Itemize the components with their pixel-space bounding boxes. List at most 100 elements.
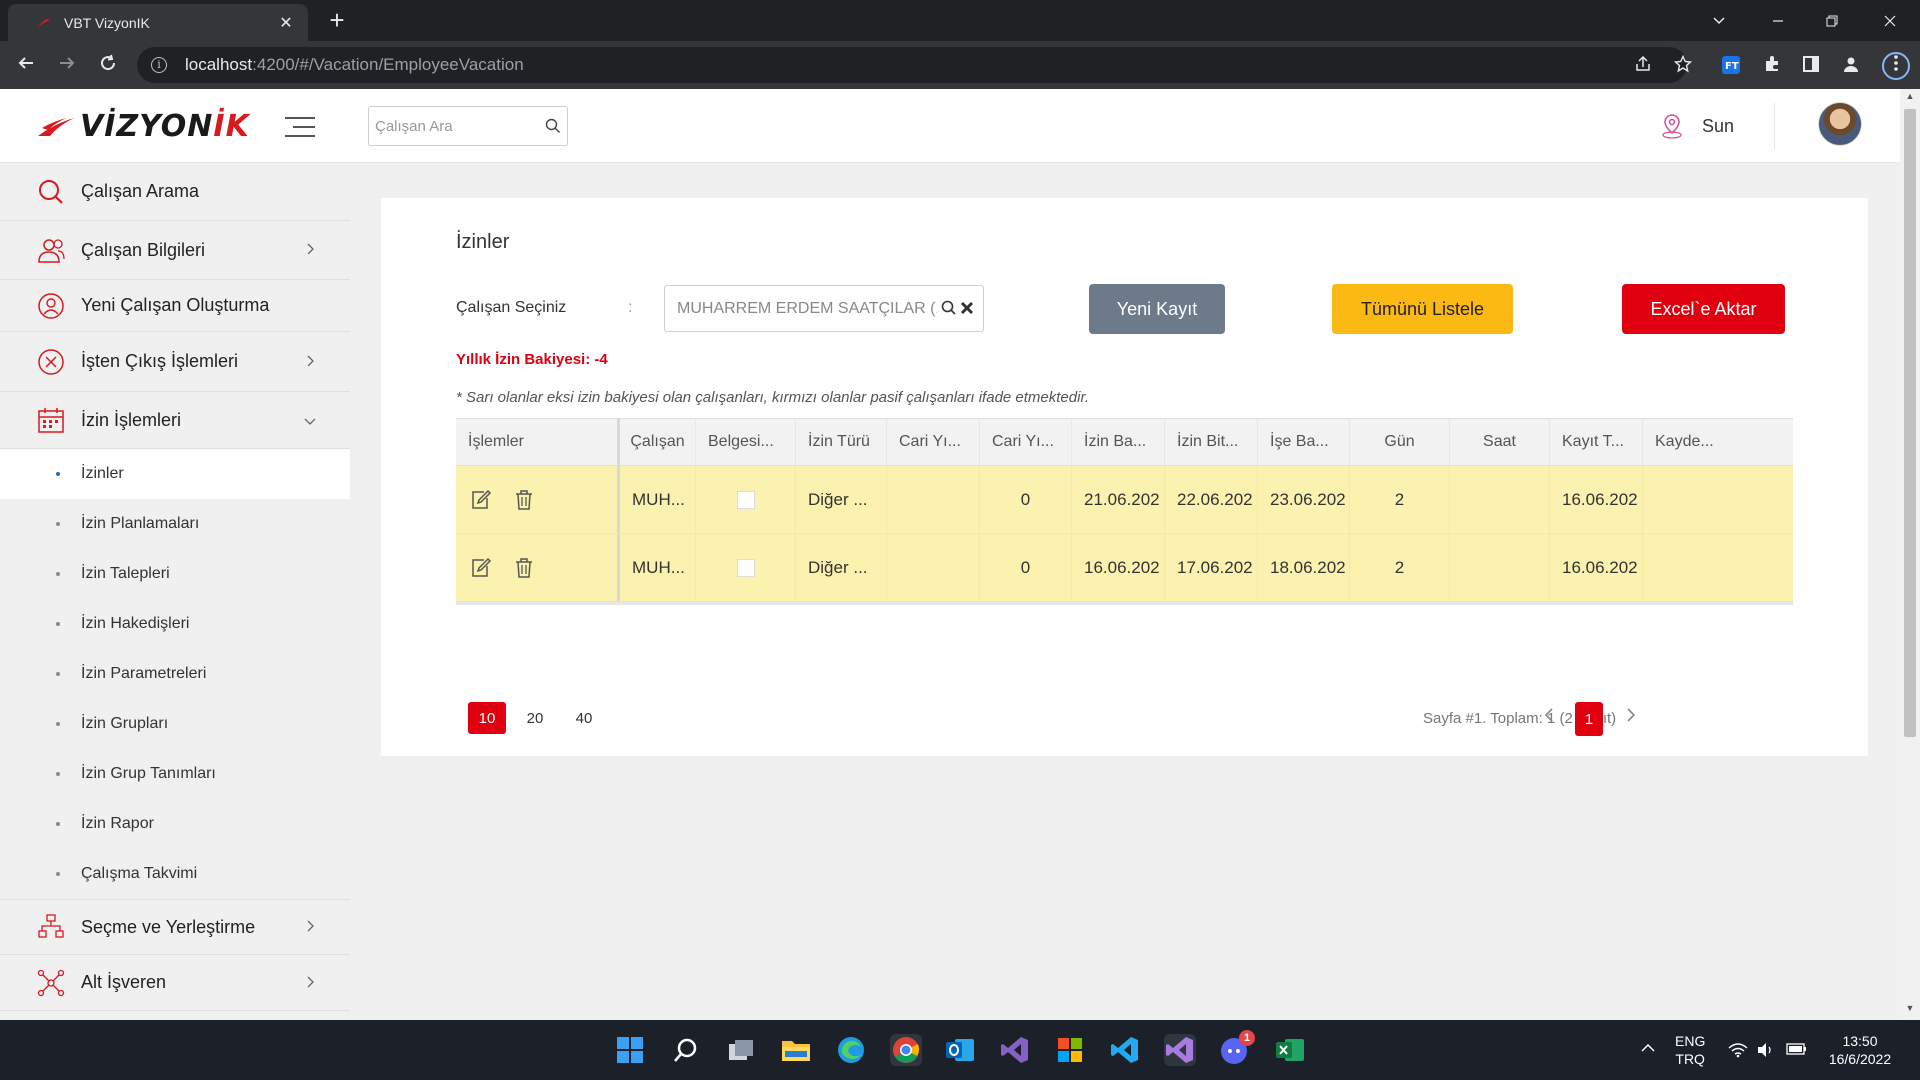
clear-icon[interactable]	[959, 300, 975, 316]
input-language[interactable]: ENG TRQ	[1675, 1032, 1705, 1068]
page-size-20[interactable]: 20	[516, 702, 554, 734]
chrome-browser-icon[interactable]	[890, 1034, 922, 1066]
url-field[interactable]: i localhost:4200/#/Vacation/EmployeeVaca…	[137, 47, 1687, 83]
forward-icon[interactable]	[55, 53, 79, 77]
show-hidden-icons-icon[interactable]	[1640, 1040, 1656, 1056]
column-header[interactable]: Cari Yı...	[980, 419, 1072, 465]
hamburger-menu-icon[interactable]	[285, 117, 315, 144]
sidebar-item-yeni-calisan[interactable]: Yeni Çalışan Oluşturma	[0, 280, 350, 332]
clock[interactable]: 13:50 16/6/2022	[1825, 1032, 1895, 1068]
back-icon[interactable]	[14, 53, 38, 77]
browser-menu-icon[interactable]	[1882, 52, 1910, 80]
column-header[interactable]: Saat	[1450, 419, 1550, 465]
column-header[interactable]: Belgesi...	[696, 419, 796, 465]
sidebar-subitem-izin-hakedisleri[interactable]: İzin Hakedişleri	[0, 599, 350, 649]
discord-icon[interactable]: 1	[1219, 1030, 1255, 1066]
sidebar-subitem-calisma-takvimi[interactable]: Çalışma Takvimi	[0, 849, 350, 899]
scroll-down-icon[interactable]: ▼	[1900, 1003, 1920, 1019]
restore-icon[interactable]	[1808, 0, 1856, 41]
visual-studio-icon[interactable]	[999, 1034, 1031, 1066]
column-header[interactable]: Çalışan	[620, 419, 696, 465]
vscode-icon[interactable]	[1109, 1034, 1141, 1066]
minimize-icon[interactable]	[1754, 0, 1802, 41]
close-window-icon[interactable]	[1866, 0, 1914, 41]
share-icon[interactable]	[1632, 55, 1654, 77]
export-excel-button[interactable]: Excel`e Aktar	[1622, 284, 1785, 334]
next-page-icon[interactable]	[1626, 706, 1636, 729]
bookmark-star-icon[interactable]	[1672, 54, 1694, 77]
search-icon[interactable]	[545, 118, 561, 134]
delete-icon[interactable]	[514, 557, 534, 579]
windows-start-icon[interactable]	[614, 1034, 646, 1066]
column-header[interactable]: İzin Ba...	[1072, 419, 1165, 465]
sidebar-subitem-izinler[interactable]: İzinler	[0, 449, 350, 499]
volume-icon[interactable]	[1756, 1042, 1774, 1061]
column-header[interactable]: İzin Türü	[796, 419, 887, 465]
sidebar-subitem-izin-grup-tanimlari[interactable]: İzin Grup Tanımları	[0, 749, 350, 799]
document-checkbox[interactable]	[736, 490, 755, 509]
employee-select-field[interactable]: MUHARREM ERDEM SAATÇILAR (10	[664, 285, 984, 332]
table-row[interactable]: MUH... Diğer ... 0 16.06.202 17.06.202 1…	[456, 534, 1793, 602]
file-explorer-icon[interactable]	[780, 1034, 812, 1066]
delete-icon[interactable]	[514, 489, 534, 511]
search-icon[interactable]	[941, 300, 957, 316]
sidebar-item-alt-isveren[interactable]: Alt İşveren	[0, 955, 350, 1011]
new-tab-button[interactable]: +	[322, 6, 352, 34]
list-all-button[interactable]: Tümünü Listele	[1332, 284, 1513, 334]
outlook-icon[interactable]	[944, 1034, 976, 1066]
tab-close-icon[interactable]: ✕	[276, 13, 296, 33]
extension-translate-icon[interactable]: FT	[1720, 55, 1742, 77]
browser-tab[interactable]: VBT VizyonIK ✕	[8, 4, 308, 41]
current-page-button[interactable]: 1	[1575, 702, 1603, 736]
visual-studio-active-icon[interactable]	[1164, 1034, 1196, 1066]
document-checkbox[interactable]	[736, 558, 755, 577]
prev-page-icon[interactable]	[1544, 706, 1554, 729]
task-view-icon[interactable]	[725, 1034, 757, 1066]
edit-icon[interactable]	[470, 557, 492, 579]
site-info-icon[interactable]: i	[151, 57, 167, 73]
new-record-button[interactable]: Yeni Kayıt	[1089, 284, 1225, 334]
employee-search-input[interactable]	[375, 117, 545, 135]
table-row[interactable]: MUH... Diğer ... 0 21.06.202 22.06.202 2…	[456, 466, 1793, 534]
column-header[interactable]: İşlemler	[456, 419, 620, 465]
sidebar-subitem-izin-rapor[interactable]: İzin Rapor	[0, 799, 350, 849]
sidebar-subitem-izin-gruplari[interactable]: İzin Grupları	[0, 699, 350, 749]
column-header[interactable]: Gün	[1350, 419, 1450, 465]
edit-icon[interactable]	[470, 489, 492, 511]
profile-icon[interactable]	[1840, 55, 1862, 77]
sidebar-subitem-izin-talepleri[interactable]: İzin Talepleri	[0, 549, 350, 599]
page-size-40[interactable]: 40	[565, 702, 603, 734]
extensions-puzzle-icon[interactable]	[1761, 55, 1783, 77]
sidebar-item-isten-cikis[interactable]: İşten Çıkış İşlemleri	[0, 332, 350, 392]
sidebar-item-izin-islemleri[interactable]: İzin İşlemleri	[0, 392, 350, 449]
column-header[interactable]: Kayıt T...	[1550, 419, 1643, 465]
page-size-10[interactable]: 10	[468, 702, 506, 734]
scroll-up-icon[interactable]: ▲	[1900, 91, 1920, 107]
avatar[interactable]	[1818, 102, 1862, 146]
sidebar-subitem-izin-parametreleri[interactable]: İzin Parametreleri	[0, 649, 350, 699]
paint-app-icon[interactable]	[1054, 1034, 1086, 1066]
sidebar-item-calisan-arama[interactable]: Çalışan Arama	[0, 163, 350, 221]
cell-cari-2: 0	[980, 534, 1072, 601]
page-scrollbar[interactable]: ▲ ▼	[1900, 89, 1920, 1020]
excel-icon[interactable]	[1274, 1034, 1306, 1066]
location-selector[interactable]: Sun	[1660, 113, 1734, 139]
column-header[interactable]: Kayde...	[1643, 419, 1793, 465]
employee-search-box[interactable]	[368, 106, 568, 146]
edge-browser-icon[interactable]	[835, 1034, 867, 1066]
scroll-thumb[interactable]	[1904, 109, 1916, 737]
battery-icon[interactable]	[1786, 1042, 1808, 1059]
tab-search-icon[interactable]	[1695, 0, 1743, 41]
side-panel-icon[interactable]	[1800, 55, 1822, 77]
column-header[interactable]: İzin Bit...	[1165, 419, 1258, 465]
sidebar-subitem-izin-planlamalari[interactable]: İzin Planlamaları	[0, 499, 350, 549]
table-horizontal-scrollbar[interactable]	[456, 602, 1793, 605]
vizyonik-logo[interactable]: VİZYONİK	[36, 109, 250, 144]
column-header[interactable]: Cari Yı...	[887, 419, 980, 465]
sidebar-item-secme-yerlestirme[interactable]: Seçme ve Yerleştirme	[0, 899, 350, 955]
reload-icon[interactable]	[96, 53, 120, 77]
wifi-icon[interactable]	[1728, 1042, 1748, 1061]
sidebar-item-calisan-bilgileri[interactable]: Çalışan Bilgileri	[0, 221, 350, 280]
column-header[interactable]: İşe Ba...	[1258, 419, 1350, 465]
taskbar-search-icon[interactable]	[670, 1034, 702, 1066]
